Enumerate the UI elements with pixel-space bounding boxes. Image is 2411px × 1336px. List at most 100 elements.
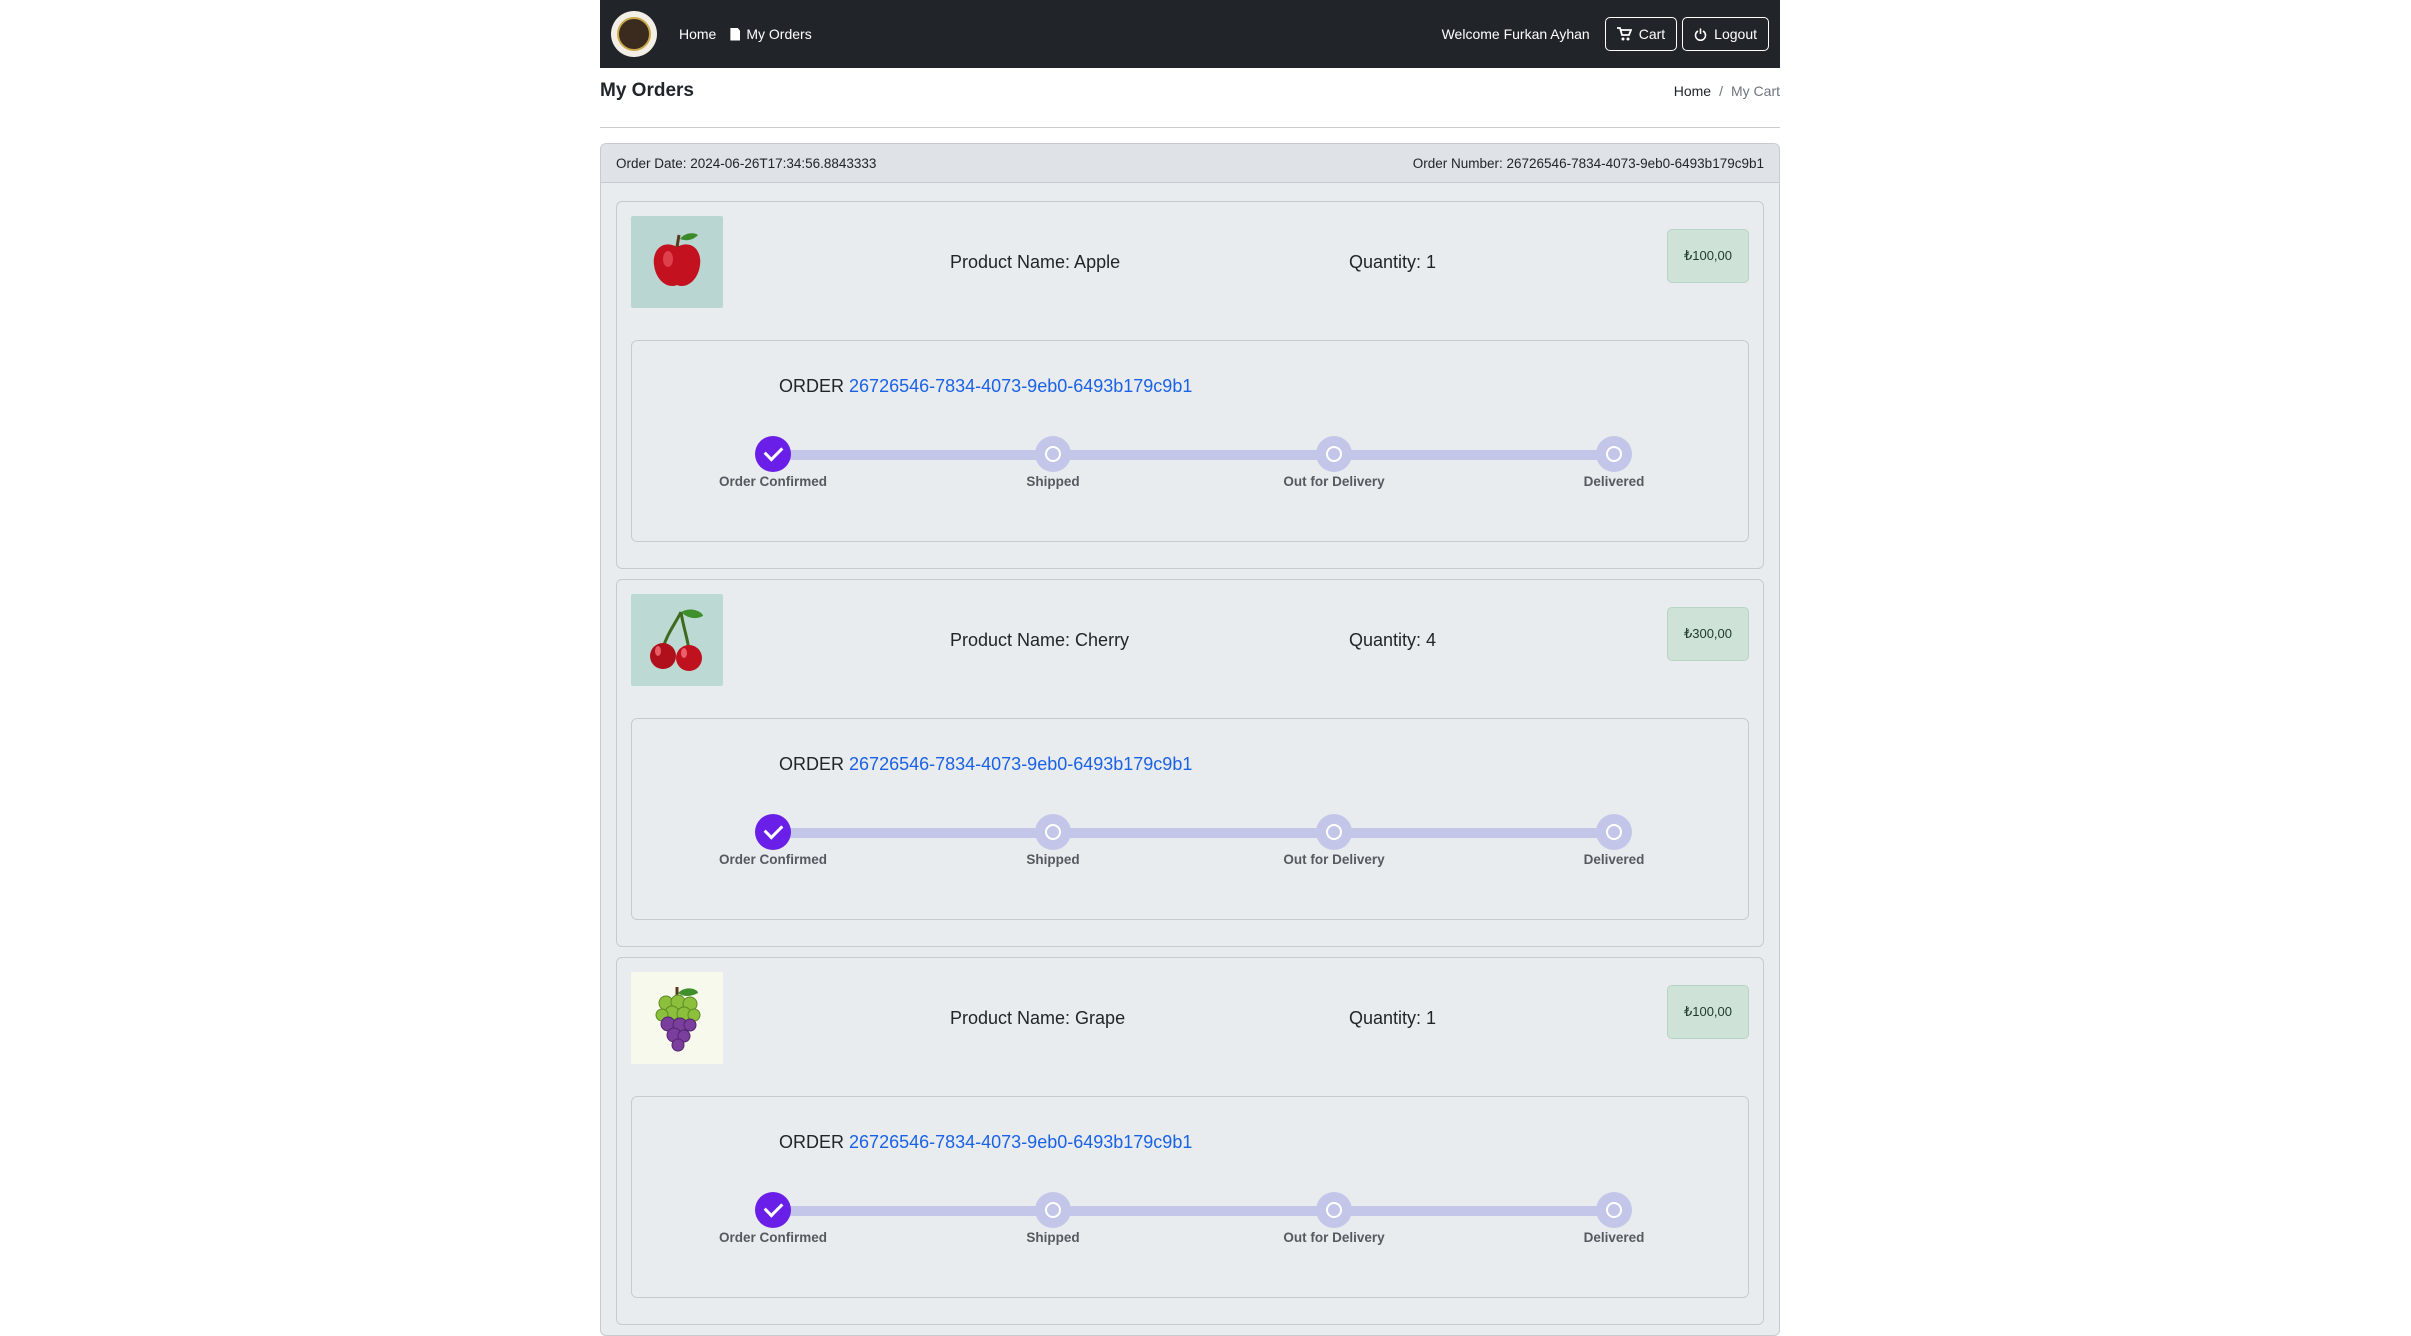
price-badge: ₺100,00 <box>1667 229 1749 283</box>
step-label: Shipped <box>1026 852 1080 867</box>
item-row: Product Name: Apple Quantity: 1 ₺100,00 <box>631 216 1749 308</box>
progress-step: Delivered <box>1534 814 1694 867</box>
cherry-image-graphic <box>650 609 703 671</box>
logo-emblem <box>617 17 651 51</box>
tracking-title: ORDER 26726546-7834-4073-9eb0-6493b179c9… <box>779 1132 1192 1153</box>
logout-label: Logout <box>1714 26 1757 42</box>
welcome-text: Welcome Furkan Ayhan <box>1441 26 1590 42</box>
progress-step: Delivered <box>1534 1192 1694 1245</box>
order-item: Product Name: Cherry Quantity: 4 ₺300,00… <box>616 579 1764 947</box>
progress-track <box>773 450 1613 460</box>
price-badge: ₺100,00 <box>1667 985 1749 1039</box>
tracking-card: ORDER 26726546-7834-4073-9eb0-6493b179c9… <box>631 340 1749 542</box>
navbar: Home My Orders Welcome Furkan Ayhan Cart… <box>600 0 1780 68</box>
step-label: Out for Delivery <box>1283 1230 1385 1245</box>
progress-step: Out for Delivery <box>1254 814 1414 867</box>
pending-circle-icon <box>1035 814 1071 850</box>
progress-track <box>773 1206 1613 1216</box>
order-item: Product Name: Grape Quantity: 1 ₺100,00 … <box>616 957 1764 1325</box>
progress-step: Order Confirmed <box>693 1192 853 1245</box>
breadcrumb: Home / My Cart <box>1674 83 1780 99</box>
ring-glyph <box>1326 1202 1342 1218</box>
ring-glyph <box>1606 824 1622 840</box>
tracking-prefix: ORDER <box>779 1132 845 1152</box>
breadcrumb-home[interactable]: Home <box>1674 83 1711 99</box>
grape-image <box>631 972 723 1064</box>
step-label: Delivered <box>1583 474 1645 489</box>
order-number: Order Number: 26726546-7834-4073-9eb0-64… <box>1412 155 1764 171</box>
tracking-order-id[interactable]: 26726546-7834-4073-9eb0-6493b179c9b1 <box>849 376 1192 396</box>
progress-step: Shipped <box>973 436 1133 489</box>
check-icon <box>755 1192 791 1228</box>
breadcrumb-separator: / <box>1719 83 1723 99</box>
logout-button[interactable]: Logout <box>1682 17 1769 51</box>
page-title: My Orders <box>600 80 694 101</box>
tracking-prefix: ORDER <box>779 376 845 396</box>
nav-home-link[interactable]: Home <box>679 26 716 42</box>
item-row: Product Name: Cherry Quantity: 4 ₺300,00 <box>631 594 1749 686</box>
step-label: Order Confirmed <box>718 1230 827 1245</box>
progress-step: Shipped <box>973 814 1133 867</box>
tracking-title: ORDER 26726546-7834-4073-9eb0-6493b179c9… <box>779 754 1192 775</box>
pending-circle-icon <box>1596 814 1632 850</box>
ring-glyph <box>1606 1202 1622 1218</box>
checkmark-glyph <box>763 441 783 462</box>
apple-image <box>631 216 723 308</box>
nav-my-orders-link[interactable]: My Orders <box>730 26 812 42</box>
pending-circle-icon <box>1316 1192 1352 1228</box>
cart-label: Cart <box>1638 26 1666 42</box>
tracking-order-id[interactable]: 26726546-7834-4073-9eb0-6493b179c9b1 <box>849 1132 1192 1152</box>
power-icon <box>1694 28 1707 41</box>
pending-circle-icon <box>1316 814 1352 850</box>
step-label: Out for Delivery <box>1283 852 1385 867</box>
progress-step: Shipped <box>973 1192 1133 1245</box>
checkmark-glyph <box>763 819 783 840</box>
step-label: Delivered <box>1583 852 1645 867</box>
price-badge: ₺300,00 <box>1667 607 1749 661</box>
tracking-card: ORDER 26726546-7834-4073-9eb0-6493b179c9… <box>631 718 1749 920</box>
document-icon <box>730 27 741 41</box>
tracking-title: ORDER 26726546-7834-4073-9eb0-6493b179c9… <box>779 376 1192 397</box>
order-card: Order Date: 2024-06-26T17:34:56.8843333 … <box>600 143 1780 1336</box>
pending-circle-icon <box>1316 436 1352 472</box>
ring-glyph <box>1326 446 1342 462</box>
pending-circle-icon <box>1035 1192 1071 1228</box>
progress-step: Out for Delivery <box>1254 1192 1414 1245</box>
ring-glyph <box>1326 824 1342 840</box>
page: Home My Orders Welcome Furkan Ayhan Cart… <box>600 0 1780 1336</box>
product-quantity: Quantity: 1 <box>1349 1007 1437 1028</box>
checkmark-glyph <box>763 1197 783 1218</box>
product-name: Product Name: Apple <box>950 251 1121 272</box>
ring-glyph <box>1045 446 1061 462</box>
progress-step: Out for Delivery <box>1254 436 1414 489</box>
nav-right: Welcome Furkan Ayhan Cart Logout <box>1442 17 1769 51</box>
order-date: Order Date: 2024-06-26T17:34:56.8843333 <box>616 155 877 171</box>
brand-logo[interactable] <box>611 11 657 57</box>
step-label: Shipped <box>1026 474 1080 489</box>
product-quantity: Quantity: 1 <box>1349 251 1437 272</box>
apple-image-graphic <box>653 233 701 287</box>
ring-glyph <box>1606 446 1622 462</box>
tracking-order-id[interactable]: 26726546-7834-4073-9eb0-6493b179c9b1 <box>849 754 1192 774</box>
pending-circle-icon <box>1035 436 1071 472</box>
pending-circle-icon <box>1596 1192 1632 1228</box>
progress-track <box>773 828 1613 838</box>
step-label: Order Confirmed <box>718 852 827 867</box>
product-quantity: Quantity: 4 <box>1349 629 1437 650</box>
tracking-prefix: ORDER <box>779 754 845 774</box>
step-label: Delivered <box>1583 1230 1645 1245</box>
pending-circle-icon <box>1596 436 1632 472</box>
order-header: Order Date: 2024-06-26T17:34:56.8843333 … <box>601 144 1779 183</box>
progress-step: Order Confirmed <box>693 436 853 489</box>
ring-glyph <box>1045 824 1061 840</box>
product-name: Product Name: Cherry <box>950 629 1130 650</box>
nav-home-label: Home <box>679 26 717 42</box>
product-name: Product Name: Grape <box>950 1007 1126 1028</box>
nav-my-orders-label: My Orders <box>746 26 812 42</box>
tracking-card: ORDER 26726546-7834-4073-9eb0-6493b179c9… <box>631 1096 1749 1298</box>
cart-icon <box>1616 27 1632 41</box>
divider <box>600 127 1780 128</box>
cart-button[interactable]: Cart <box>1604 17 1678 51</box>
step-label: Out for Delivery <box>1283 474 1385 489</box>
grape-image-graphic <box>655 987 701 1052</box>
